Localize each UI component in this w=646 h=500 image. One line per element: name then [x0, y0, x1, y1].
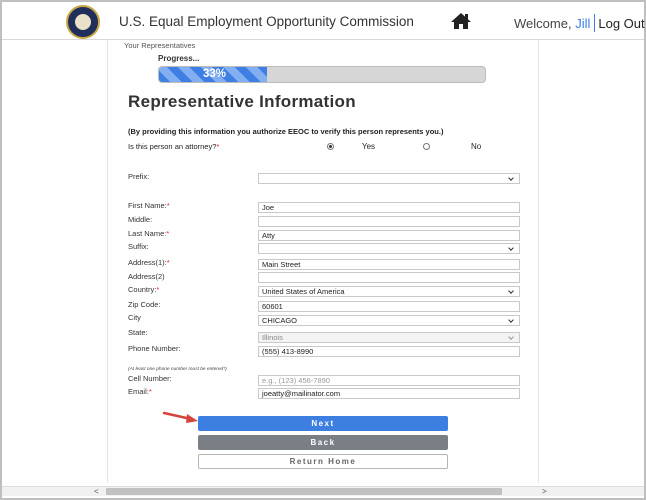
zip-field[interactable]: 60601 — [258, 301, 520, 312]
email-field[interactable]: joeatty@mailinator.com — [258, 388, 520, 399]
suffix-label: Suffix: — [128, 242, 149, 251]
prefix-label: Prefix: — [128, 172, 150, 181]
eeoc-seal-logo — [66, 5, 100, 39]
last-name-label: Last Name:* — [128, 229, 170, 238]
phone-requirement-hint: (At least one phone number must be enter… — [128, 367, 227, 372]
scroll-right-arrow[interactable]: > — [542, 487, 547, 496]
attorney-question-label: Is this person an attorney?* — [128, 142, 220, 151]
cell-label: Cell Number: — [128, 374, 172, 383]
phone-field[interactable]: (555) 413-8990 — [258, 346, 520, 357]
progress-label: Progress... — [158, 54, 200, 63]
progress-percent: 33% — [203, 68, 227, 80]
welcome-text: Welcome, — [514, 16, 572, 31]
required-mark: * — [216, 142, 220, 151]
attorney-no-radio[interactable] — [423, 143, 430, 150]
red-arrow-annotation — [162, 411, 198, 423]
zip-label: Zip Code: — [128, 300, 161, 309]
country-label: Country:* — [128, 285, 160, 294]
user-name[interactable]: Jill — [575, 16, 590, 31]
next-button[interactable]: Next — [198, 416, 448, 431]
middle-field[interactable] — [258, 216, 520, 227]
city-label: City — [128, 313, 141, 322]
city-select[interactable]: CHICAGO — [258, 315, 520, 326]
scrollbar-thumb[interactable] — [106, 488, 502, 495]
address2-label: Address(2) — [128, 272, 165, 281]
first-name-field[interactable]: Joe — [258, 202, 520, 213]
phone-label: Phone Number: — [128, 344, 181, 353]
header-divider — [594, 14, 596, 32]
first-name-label: First Name:* — [128, 201, 170, 210]
agency-name: U.S. Equal Employment Opportunity Commis… — [119, 14, 414, 29]
state-select: Illinois — [258, 332, 520, 343]
authorization-notice: (By providing this information you autho… — [128, 127, 444, 136]
address2-field[interactable] — [258, 272, 520, 283]
last-name-field[interactable]: Atty — [258, 230, 520, 241]
state-label: State: — [128, 328, 148, 337]
suffix-select[interactable] — [258, 243, 520, 254]
back-button[interactable]: Back — [198, 435, 448, 450]
address1-field[interactable]: Main Street — [258, 259, 520, 270]
prefix-select[interactable] — [258, 173, 520, 184]
page-title: Representative Information — [128, 92, 356, 111]
middle-label: Middle: — [128, 215, 153, 224]
horizontal-scrollbar[interactable]: < > — [2, 486, 644, 496]
scroll-left-arrow[interactable]: < — [94, 487, 99, 496]
address1-label: Address(1):* — [128, 258, 170, 267]
home-icon[interactable] — [450, 12, 472, 30]
email-label: Email:* — [128, 387, 152, 396]
progress-bar: 33% — [158, 66, 486, 83]
breadcrumb: Your Representatives — [124, 41, 196, 50]
cell-placeholder: e.g., (123) 456-7890 — [262, 376, 330, 385]
welcome-area: Welcome, Jill Log Out — [514, 14, 645, 32]
return-home-button[interactable]: Return Home — [198, 454, 448, 469]
attorney-yes-radio[interactable] — [327, 143, 334, 150]
site-header: U.S. Equal Employment Opportunity Commis… — [2, 2, 645, 40]
attorney-no-label: No — [471, 142, 482, 151]
attorney-yes-label: Yes — [362, 142, 376, 151]
logout-link[interactable]: Log Out — [598, 16, 644, 31]
cell-field[interactable]: e.g., (123) 456-7890 — [258, 375, 520, 386]
country-select[interactable]: United States of America — [258, 286, 520, 297]
